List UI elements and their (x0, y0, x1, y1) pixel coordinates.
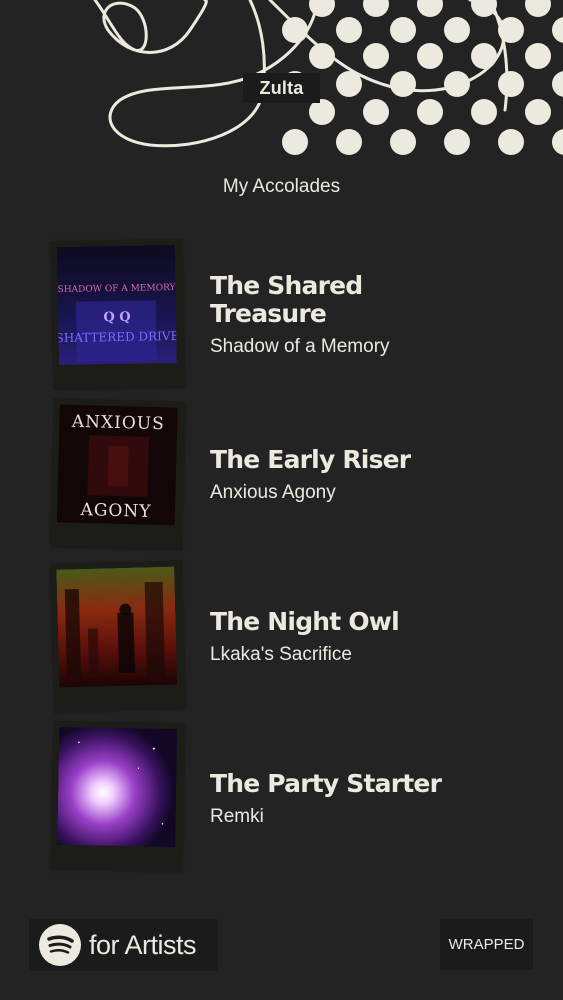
polka-dot (417, 99, 443, 125)
artist-name-badge: Zulta (243, 73, 320, 103)
polka-dot (471, 99, 497, 125)
polka-dot (363, 43, 389, 69)
polka-dot (498, 71, 524, 97)
album-polaroid: ANXIOUS AGONY (50, 398, 186, 550)
polka-dot (471, 43, 497, 69)
album-cover-anxious-agony: ANXIOUS AGONY (56, 404, 178, 526)
album-cover-lkakas-sacrifice (56, 566, 178, 688)
polka-dot (552, 17, 563, 43)
svg-text:SHADOW OF A MEMORY: SHADOW OF A MEMORY (58, 283, 177, 295)
album-cover-shadow-of-a-memory: SHADOW OF A MEMORY Q Q SHATTERED DRIVE (56, 244, 177, 366)
accolade-title: The Party Starter (210, 769, 442, 798)
polka-dot (417, 43, 443, 69)
svg-text:AGONY: AGONY (79, 500, 151, 522)
polka-dot (552, 71, 563, 97)
polka-dot (390, 71, 416, 97)
logo-text: for Artists (89, 929, 197, 960)
polka-dot (525, 43, 551, 69)
album-polaroid (50, 560, 186, 712)
accolade-track-name: Remki (210, 806, 264, 827)
accolade-title: The Night Owl (210, 607, 400, 636)
wrapped-button[interactable]: WRAPPED (440, 919, 533, 970)
polka-dot (444, 17, 470, 43)
accolade-item[interactable]: SHADOW OF A MEMORY Q Q SHATTERED DRIVE T… (0, 238, 563, 390)
polka-dot (390, 129, 416, 155)
polka-dot (552, 129, 563, 155)
accolade-title: The Early Riser (210, 445, 411, 474)
polka-dot-pattern (282, 0, 563, 155)
accolade-track-name: Lkaka's Sacrifice (210, 644, 352, 665)
polka-dot (525, 99, 551, 125)
spotify-icon (39, 924, 81, 966)
polka-dot (417, 0, 443, 17)
polka-dot (525, 0, 551, 17)
polka-dot (282, 129, 308, 155)
accolade-title: The Shared Treasure (210, 271, 363, 328)
polka-dot (363, 99, 389, 125)
accolade-info: The Party Starter Remki (210, 770, 550, 828)
accolade-info: The Shared Treasure Shadow of a Memory (210, 272, 550, 358)
album-polaroid: SHADOW OF A MEMORY Q Q SHATTERED DRIVE (50, 238, 186, 390)
svg-text:ANXIOUS: ANXIOUS (71, 412, 165, 434)
artist-name: Zulta (259, 77, 304, 98)
accolade-item[interactable]: The Night Owl Lkaka's Sacrifice (0, 560, 563, 712)
accolade-info: The Night Owl Lkaka's Sacrifice (210, 608, 550, 666)
section-title: My Accolades (222, 176, 341, 197)
accolade-item[interactable]: ANXIOUS AGONY The Early Riser Anxious Ag… (0, 398, 563, 550)
album-polaroid (50, 720, 186, 872)
accolade-track-name: Shadow of a Memory (210, 336, 390, 357)
polka-dot (363, 0, 389, 17)
accolade-info: The Early Riser Anxious Agony (210, 446, 550, 504)
spotify-for-artists-logo[interactable]: for Artists (29, 919, 218, 971)
polka-dot (390, 17, 416, 43)
album-cover-remki (57, 726, 178, 848)
accolade-track-name: Anxious Agony (210, 482, 336, 503)
accolade-item[interactable]: The Party Starter Remki (0, 720, 563, 872)
svg-text:Q Q: Q Q (103, 310, 130, 325)
polka-dot (336, 17, 362, 43)
polka-dot (444, 129, 470, 155)
polka-dot (336, 129, 362, 155)
svg-text:SHATTERED DRIVE: SHATTERED DRIVE (57, 329, 177, 345)
polka-dot (282, 17, 308, 43)
polka-dot (498, 129, 524, 155)
